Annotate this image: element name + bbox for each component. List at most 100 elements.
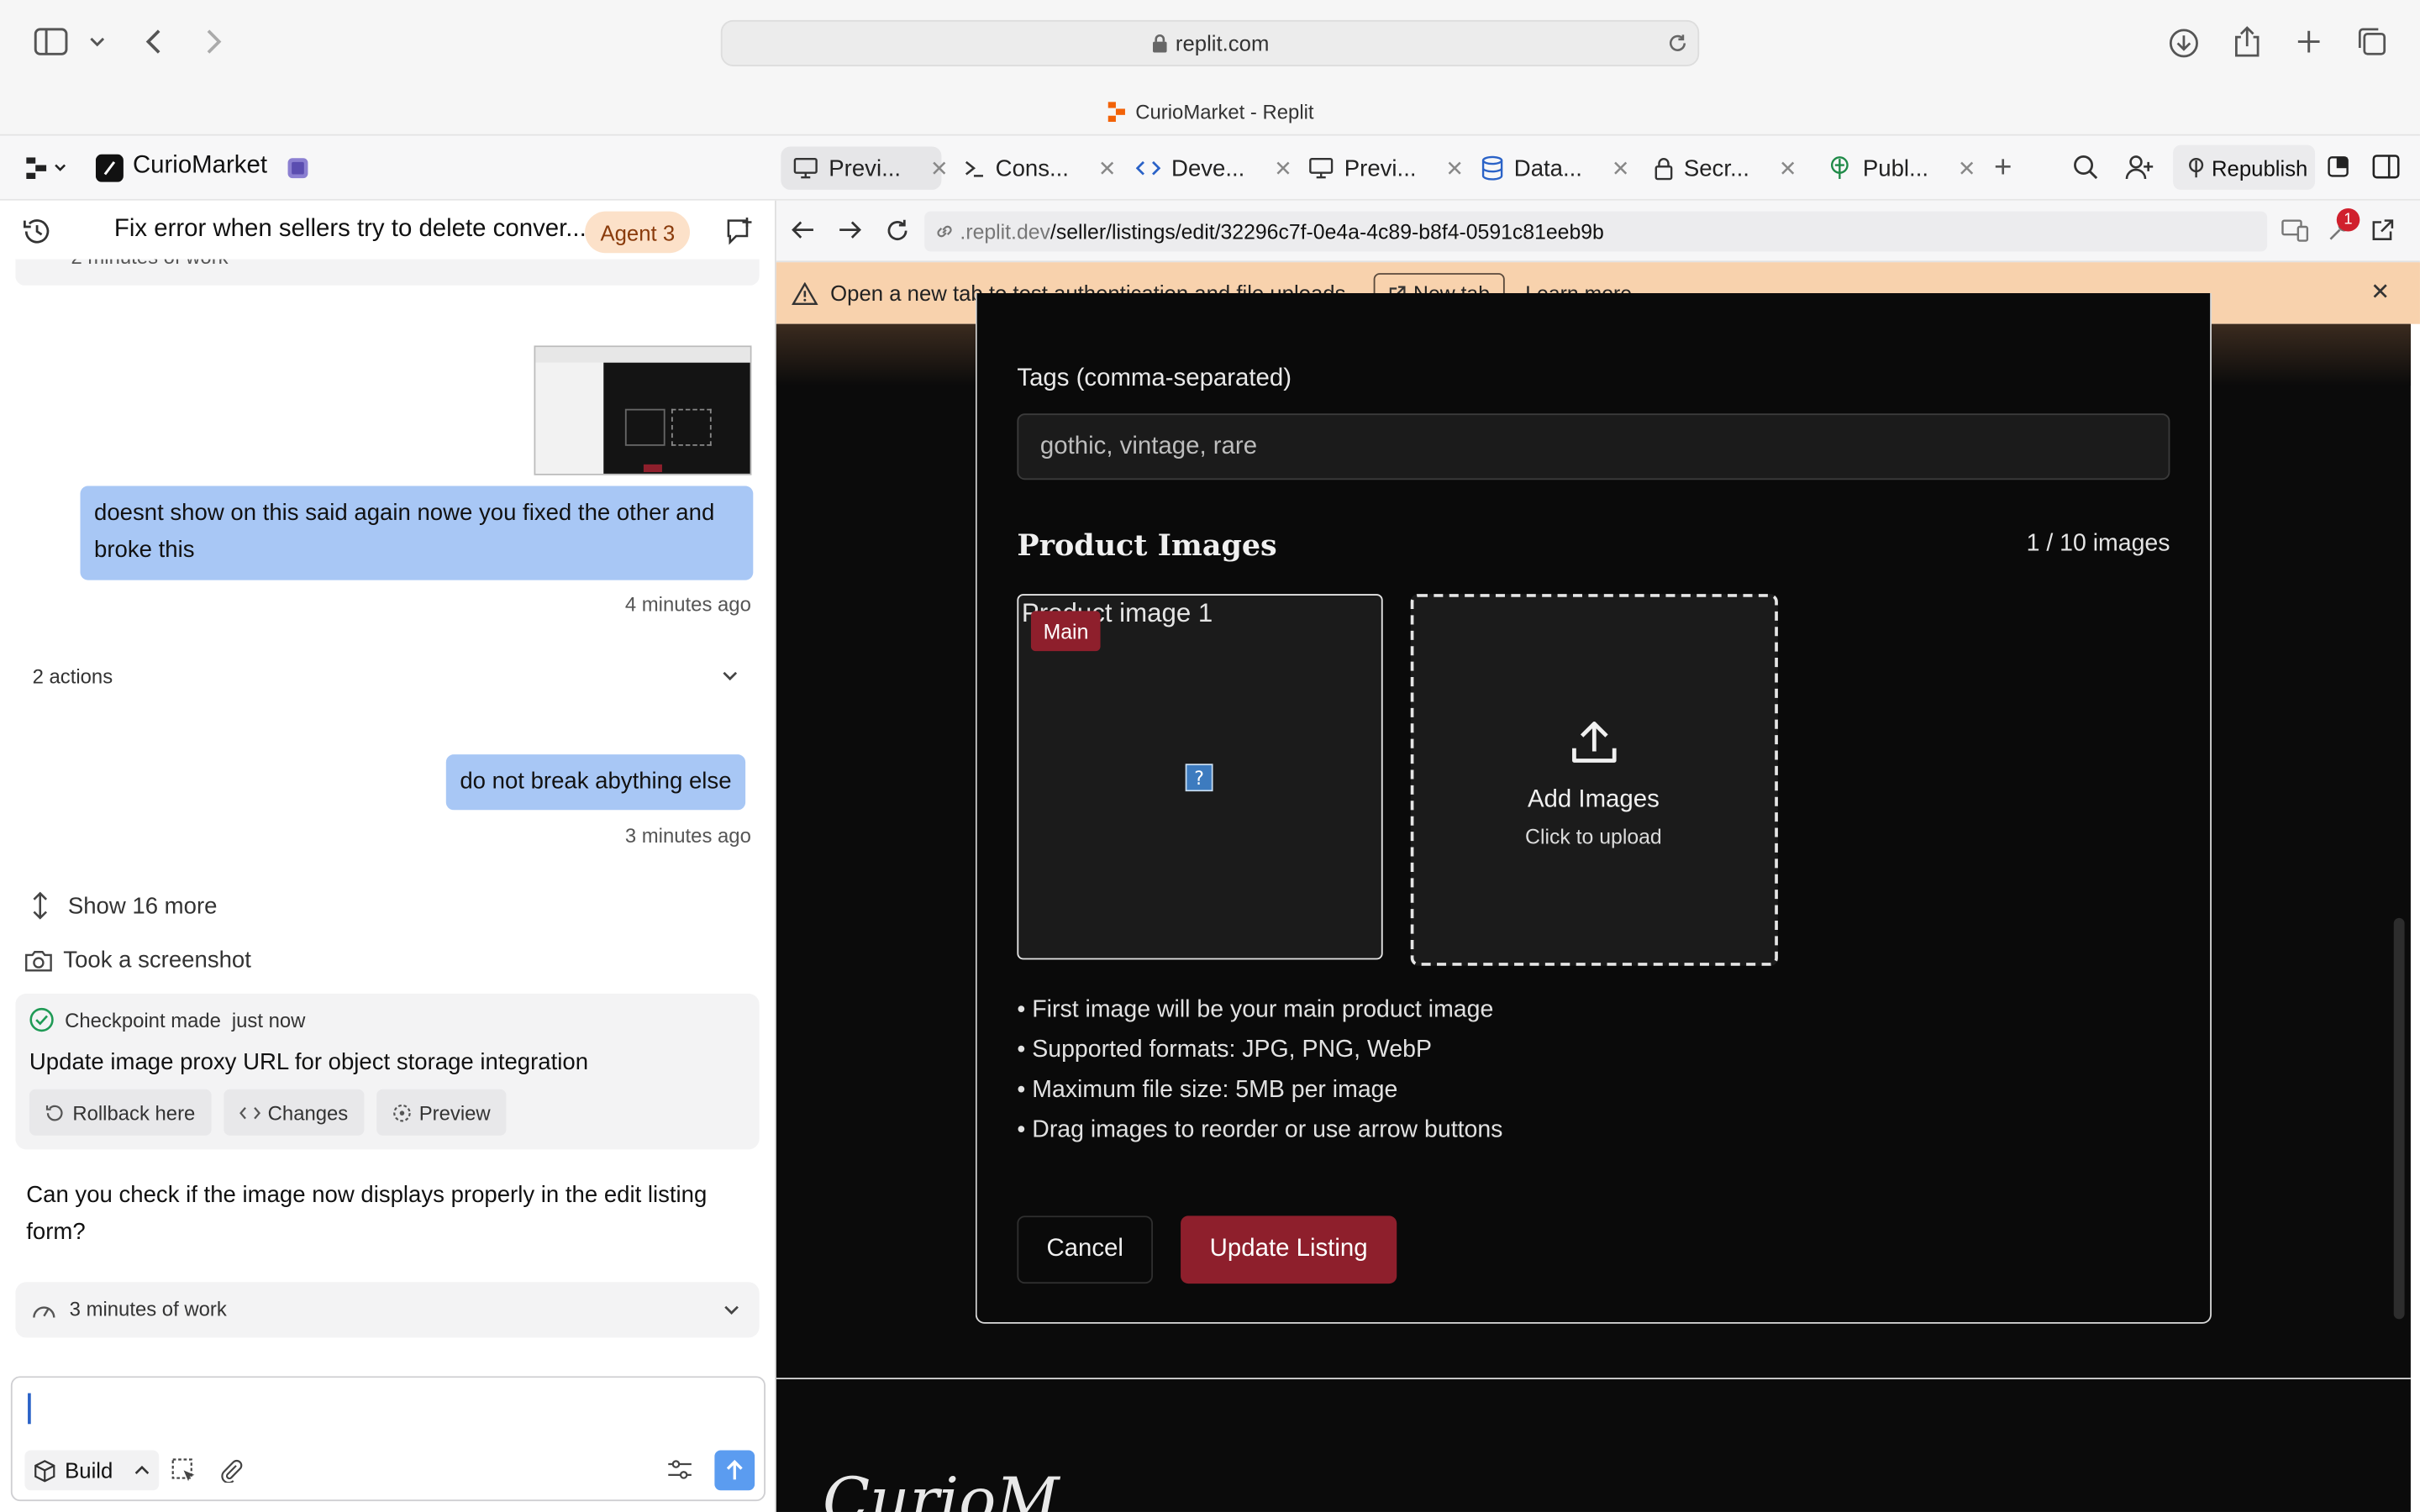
chat-title[interactable]: Fix error when sellers try to delete con…	[114, 216, 587, 244]
tab-label: Data...	[1513, 155, 1582, 181]
agent-message: Can you check if the image now displays …	[26, 1181, 708, 1246]
user-message: do not break abything else	[445, 754, 746, 811]
tab-preview-1[interactable]: Previ... ✕	[781, 146, 949, 190]
update-listing-button[interactable]: Update Listing	[1181, 1215, 1397, 1284]
lock-icon	[1655, 156, 1673, 180]
close-icon[interactable]: ✕	[1779, 155, 1797, 181]
close-icon[interactable]: ✕	[1445, 155, 1464, 181]
changes-label: Changes	[267, 1100, 349, 1125]
add-tab-icon[interactable]: +	[1994, 151, 2012, 186]
tags-input[interactable]: gothic, vintage, rare	[1017, 413, 2170, 480]
message-timestamp: 4 minutes ago	[624, 592, 751, 616]
sidebar-toggle-icon[interactable]	[34, 28, 68, 55]
tags-label: Tags (comma-separated)	[1017, 365, 1292, 392]
republish-label: Republish	[2211, 155, 2308, 180]
new-chat-icon[interactable]	[723, 216, 755, 247]
image-guidelines: • First image will be your main product …	[1017, 990, 1502, 1151]
chevron-down-icon[interactable]	[88, 34, 107, 49]
window-title-text: CurioMarket - Replit	[1135, 99, 1314, 123]
product-images-heading: Product Images	[1017, 528, 1277, 564]
close-icon[interactable]: ✕	[1612, 155, 1630, 181]
tab-console[interactable]: Cons... ✕	[950, 146, 1116, 189]
actions-toggle[interactable]: 2 actions	[0, 653, 776, 702]
reload-icon[interactable]	[1667, 33, 1689, 55]
republish-button[interactable]: Republish	[2173, 144, 2316, 190]
history-icon[interactable]	[22, 218, 53, 245]
tab-database[interactable]: Data... ✕	[1470, 146, 1630, 189]
mode-selector[interactable]: Build	[24, 1450, 160, 1491]
rollback-button[interactable]: Rollback here	[29, 1089, 211, 1136]
camera-icon	[24, 948, 52, 972]
guideline-item: • Supported formats: JPG, PNG, WebP	[1017, 1037, 1432, 1063]
share-icon[interactable]	[2233, 24, 2261, 58]
new-tab-icon[interactable]	[2295, 28, 2323, 55]
tab-preview-2[interactable]: Previ... ✕	[1297, 146, 1464, 189]
lock-icon	[1151, 33, 1168, 53]
add-images-dropzone[interactable]: Add Images Click to upload	[1410, 594, 1778, 966]
select-element-icon[interactable]	[171, 1458, 196, 1483]
previous-work-card[interactable]: 2 minutes of work	[15, 259, 760, 286]
close-icon[interactable]: ✕	[930, 155, 949, 181]
actions-label: 2 actions	[32, 664, 113, 689]
tab-publish[interactable]: Publ... ✕	[1815, 146, 1975, 189]
chevron-down-icon	[723, 1304, 741, 1318]
forward-icon[interactable]	[201, 26, 225, 57]
check-circle-icon	[29, 1007, 54, 1032]
guideline-item: • Drag images to reorder or use arrow bu…	[1017, 1116, 1503, 1143]
search-icon[interactable]	[2073, 155, 2099, 181]
close-icon[interactable]: ✕	[1098, 155, 1117, 181]
address-bar[interactable]: replit.com	[720, 19, 1700, 66]
product-image-tile[interactable]: Product image 1 Main ?	[1017, 594, 1383, 960]
replit-logo-icon	[1106, 101, 1126, 122]
chat-input[interactable]	[30, 1389, 741, 1427]
downloads-icon[interactable]	[2169, 28, 2200, 59]
open-external-icon[interactable]	[2370, 218, 2395, 242]
monitor-icon	[793, 157, 818, 179]
close-icon[interactable]: ✕	[1958, 155, 1976, 181]
guideline-item: • First image will be your main product …	[1017, 996, 1494, 1023]
tab-overview-icon[interactable]	[2357, 26, 2388, 57]
tab-label: Previ...	[829, 155, 902, 181]
back-icon[interactable]	[790, 219, 814, 241]
tab-devtools[interactable]: Deve... ✕	[1123, 146, 1292, 189]
tab-secrets[interactable]: Secr... ✕	[1642, 146, 1802, 189]
back-icon[interactable]	[142, 26, 166, 57]
theme-toggle-icon[interactable]	[2328, 156, 2349, 178]
attach-icon[interactable]	[219, 1458, 244, 1483]
svg-text:?: ?	[1194, 769, 1204, 790]
work-summary-toggle[interactable]: 3 minutes of work	[15, 1282, 760, 1338]
chevron-down-icon	[721, 669, 739, 684]
settings-sliders-icon[interactable]	[666, 1458, 692, 1482]
devices-icon[interactable]	[2281, 218, 2309, 242]
close-icon[interactable]: ✕	[1274, 155, 1292, 181]
add-images-label: Add Images	[1527, 786, 1660, 813]
reload-icon[interactable]	[884, 218, 910, 244]
agent-badge: Agent 3	[585, 211, 691, 254]
checkpoint-header: Checkpoint made just now	[29, 1007, 306, 1032]
preview-scrollbar[interactable]	[2393, 917, 2405, 1320]
screenshot-thumbnail[interactable]	[534, 345, 752, 475]
terminal-icon	[963, 157, 985, 179]
forward-icon[interactable]	[838, 219, 862, 241]
invite-user-icon[interactable]	[2125, 155, 2154, 181]
cancel-button[interactable]: Cancel	[1017, 1215, 1154, 1284]
tab-label: Publ...	[1862, 155, 1929, 181]
send-button[interactable]	[714, 1450, 755, 1491]
preview-label: Preview	[418, 1100, 491, 1125]
project-name[interactable]: CurioMarket	[133, 153, 267, 181]
panel-toggle-icon[interactable]	[2372, 155, 2400, 179]
preview-url-field[interactable]: .replit.dev/seller/listings/edit/32296c7…	[924, 211, 2268, 252]
checkpoint-card: Checkpoint made just now Update image pr…	[15, 993, 760, 1150]
main-badge: Main	[1030, 611, 1102, 652]
close-icon[interactable]: ✕	[2370, 278, 2390, 305]
arrow-up-icon	[725, 1459, 744, 1482]
preview-button[interactable]: Preview	[376, 1089, 507, 1136]
changes-button[interactable]: Changes	[223, 1089, 364, 1136]
checkpoint-time: just now	[231, 1008, 306, 1032]
notification-badge: 1	[2336, 207, 2360, 232]
previous-work-label: 2 minutes of work	[71, 260, 228, 269]
replit-menu-icon[interactable]	[26, 157, 66, 180]
broken-image-icon: ?	[1185, 764, 1213, 792]
show-more-button[interactable]: Show 16 more	[31, 889, 217, 922]
tab-label: Cons...	[995, 155, 1069, 181]
